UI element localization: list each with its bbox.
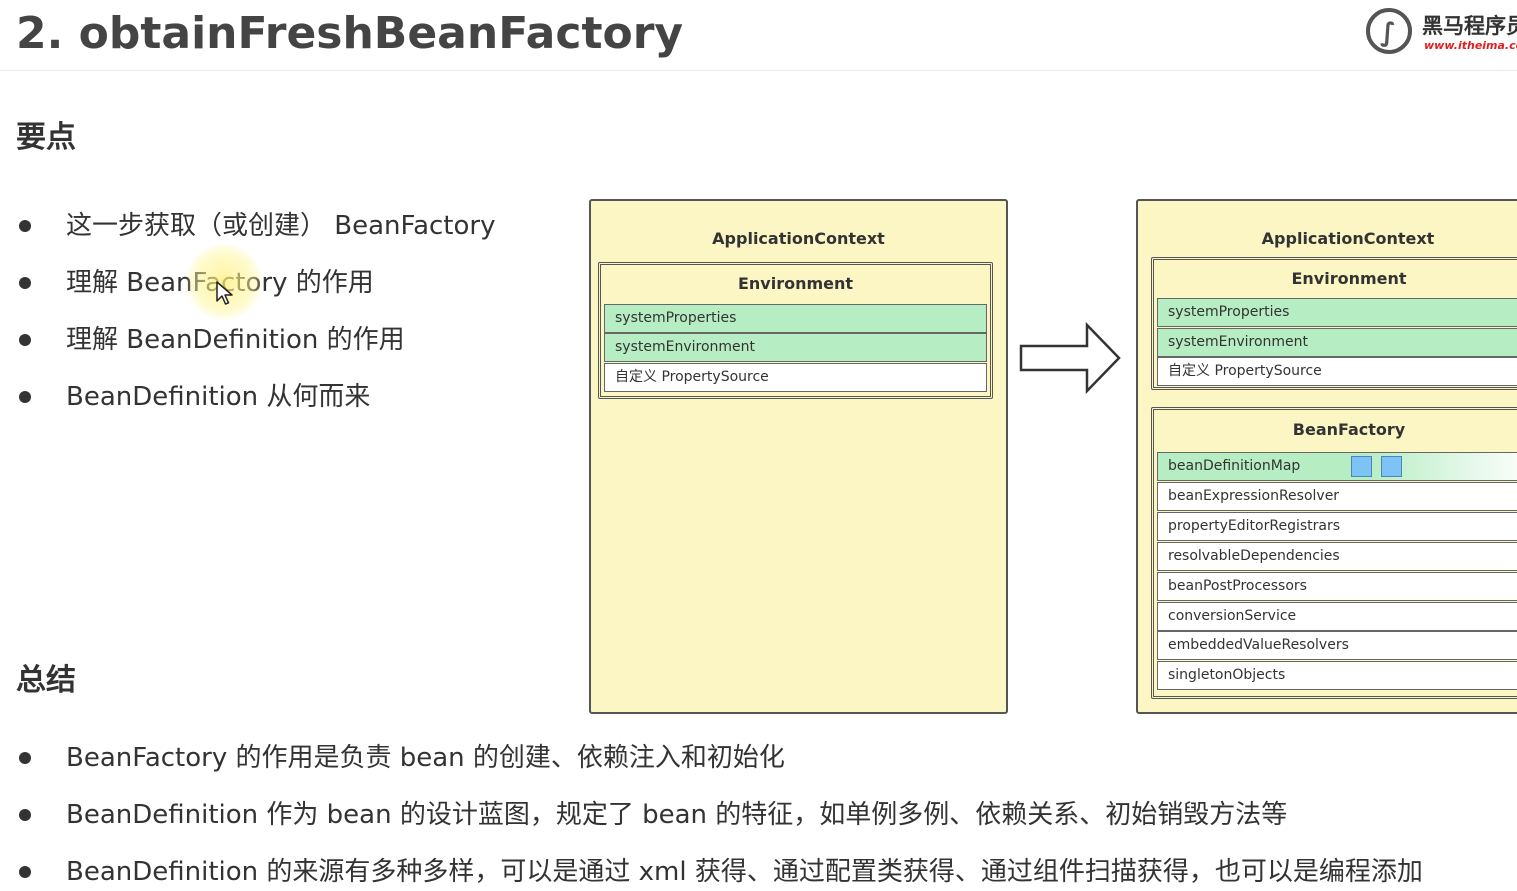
bullet-dot [19, 334, 31, 346]
environment-title: Environment [737, 274, 854, 293]
list-item-text: BeanFactory 的作用是负责 bean 的创建、依赖注入和初始化 [66, 743, 785, 773]
list-item-text: BeanDefinition 从何而来 [66, 382, 371, 412]
application-context-after: ApplicationContext Environment systemPro… [1136, 199, 1517, 714]
bullet-dot [19, 220, 31, 232]
bean-factory-row: singletonObjects [1157, 661, 1517, 690]
list-item-text: 这一步获取（或创建） BeanFactory [66, 211, 496, 241]
brand-logo: ∫ 黑马程序员 www.itheima.com [1366, 6, 1517, 56]
bean-definition-square [1381, 456, 1402, 477]
environment-row: 自定义 PropertySource [1157, 357, 1517, 386]
mouse-cursor-icon [216, 281, 233, 305]
bullet-dot [19, 277, 31, 289]
page-title: 2. obtainFreshBeanFactory [16, 8, 684, 59]
bean-definition-square [1351, 456, 1372, 477]
bean-factory-row: conversionService [1157, 602, 1517, 631]
environment-box: Environment systemProperties systemEnvir… [598, 262, 993, 399]
bullet-dot [19, 391, 31, 403]
environment-row: systemProperties [604, 304, 987, 333]
application-context-title: ApplicationContext [712, 229, 885, 248]
right-arrow-icon [1019, 322, 1121, 394]
summary-heading: 总结 [16, 663, 76, 698]
environment-box: Environment systemProperties systemEnvir… [1151, 257, 1517, 390]
environment-row: systemEnvironment [604, 333, 987, 362]
bean-factory-row: resolvableDependencies [1157, 542, 1517, 571]
key-points-heading: 要点 [16, 120, 76, 155]
list-item-text: 理解 BeanDefinition 的作用 [66, 325, 405, 355]
bullet-dot [19, 752, 31, 764]
environment-title: Environment [1291, 269, 1407, 288]
bean-factory-title: BeanFactory [1292, 420, 1406, 439]
environment-row: systemProperties [1157, 298, 1517, 327]
list-item-text: BeanDefinition 作为 bean 的设计蓝图，规定了 bean 的特… [66, 800, 1288, 830]
list-item-text: BeanDefinition 的来源有多种多样，可以是通过 xml 获得、通过配… [66, 857, 1423, 887]
bean-factory-row: embeddedValueResolvers [1157, 631, 1517, 660]
bean-factory-row: beanPostProcessors [1157, 572, 1517, 601]
bullet-dot [19, 809, 31, 821]
bean-factory-row: beanDefinitionMap [1157, 452, 1517, 481]
logo-name: 黑马程序员 [1422, 14, 1517, 38]
logo-url: www.itheima.com [1424, 39, 1517, 52]
application-context-title: ApplicationContext [1261, 229, 1435, 248]
environment-row: systemEnvironment [1157, 328, 1517, 357]
application-context-before: ApplicationContext Environment systemPro… [589, 199, 1008, 714]
bean-factory-row: propertyEditorRegistrars [1157, 512, 1517, 541]
bean-factory-row: beanExpressionResolver [1157, 482, 1517, 511]
bean-factory-box: BeanFactory beanDefinitionMap beanExpres… [1151, 407, 1517, 699]
logo-icon: ∫ [1366, 8, 1412, 54]
bean-factory-row-label: beanDefinitionMap [1168, 458, 1301, 474]
environment-row: 自定义 PropertySource [604, 363, 987, 392]
bullet-dot [19, 866, 31, 878]
header-divider [0, 70, 1517, 71]
